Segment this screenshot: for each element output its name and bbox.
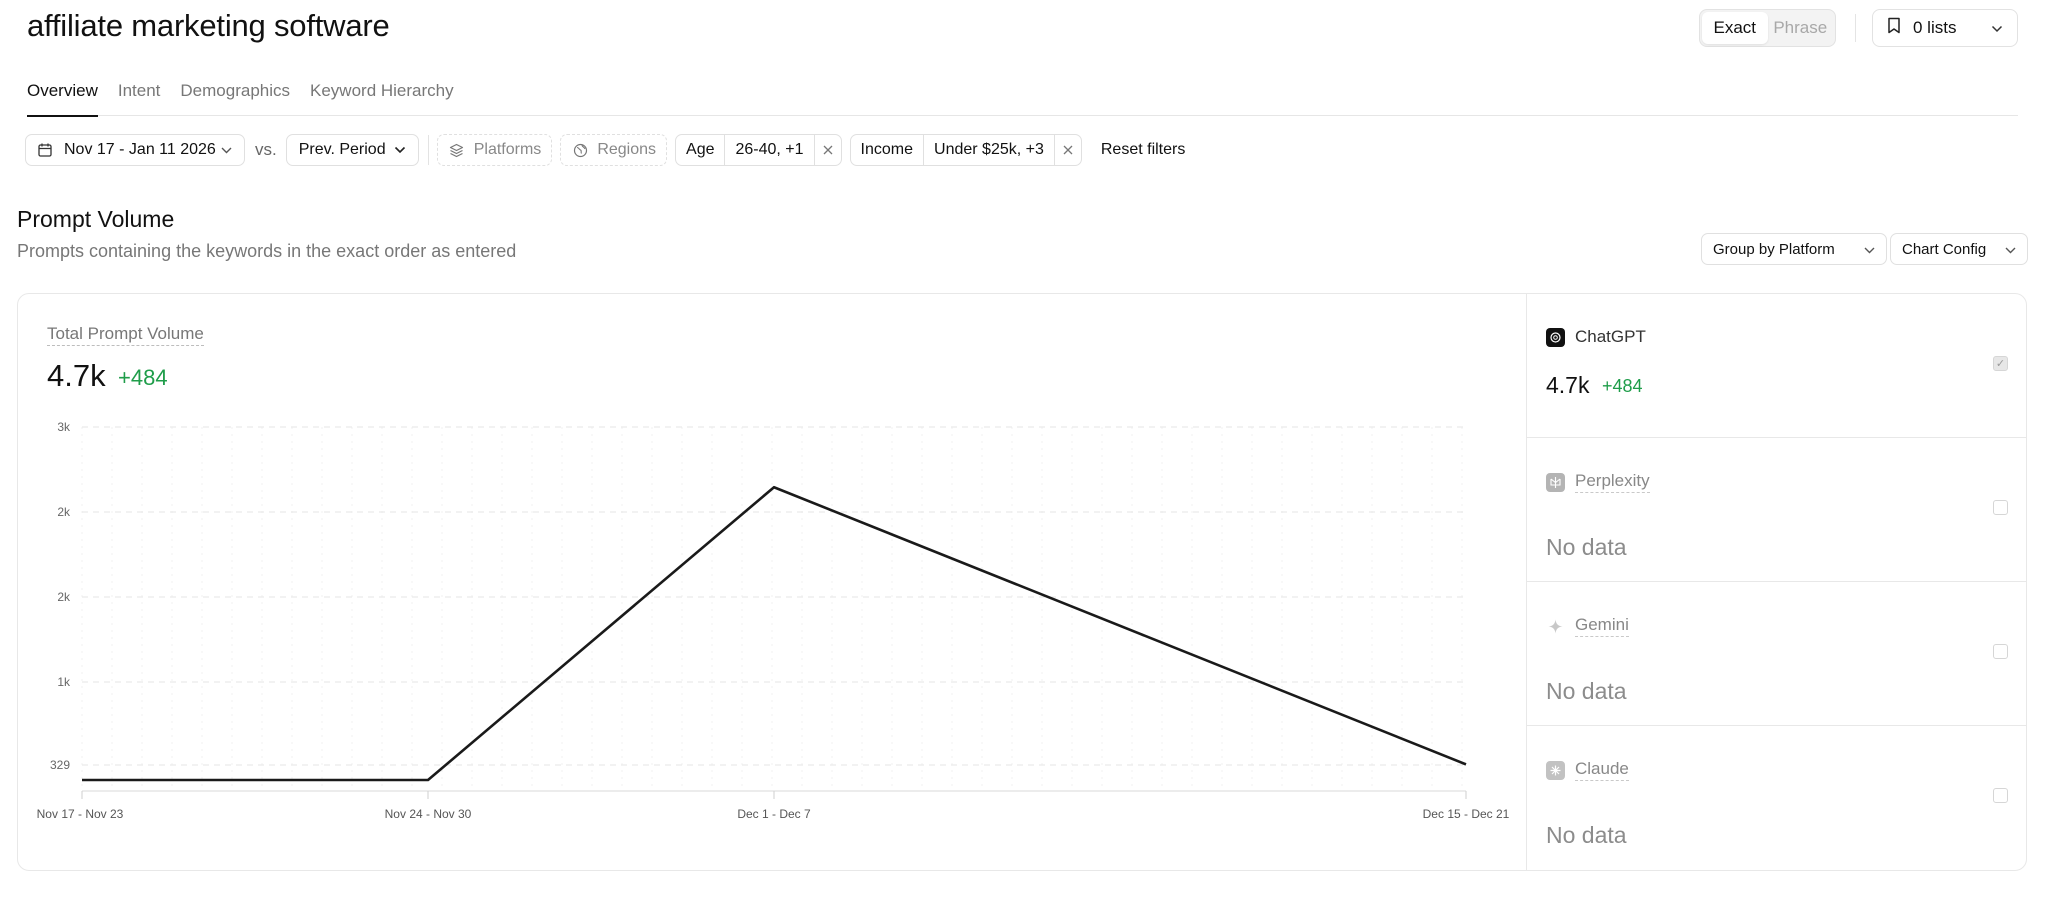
platform-checkbox[interactable] (1993, 788, 2008, 803)
reset-filters-button[interactable]: Reset filters (1101, 141, 1185, 159)
group-by-label: Group by Platform (1713, 240, 1835, 258)
platform-nodata: No data (1546, 822, 1627, 848)
platform-checkbox[interactable] (1993, 644, 2008, 659)
filter-divider (427, 135, 429, 165)
platform-delta: +484 (1602, 376, 1643, 396)
regions-filter[interactable]: Regions (560, 134, 668, 166)
vs-label: vs. (255, 140, 277, 159)
platform-nodata: No data (1546, 678, 1627, 704)
platform-item-chatgpt[interactable]: ChatGPT ✓ 4.7k +484 (1527, 294, 2026, 438)
claude-logo-icon (1546, 760, 1565, 780)
series-line (82, 485, 1467, 782)
match-type-toggle[interactable]: Exact Phrase (1699, 9, 1836, 47)
phrase-option[interactable]: Phrase (1768, 12, 1834, 44)
comparison-period-select[interactable]: Prev. Period (285, 134, 419, 166)
income-filter-value: Under $25k, +3 (924, 135, 1055, 165)
exact-option[interactable]: Exact (1702, 12, 1768, 44)
platform-item-gemini[interactable]: Gemini No data (1527, 582, 2026, 726)
chevron-down-icon (221, 141, 232, 159)
chevron-down-icon (1864, 241, 1875, 258)
platform-name[interactable]: Perplexity (1575, 471, 1650, 493)
filter-bar: Nov 17 - Jan 11 2026 vs. Prev. Period Pl… (25, 134, 1185, 166)
income-filter-label: Income (851, 135, 925, 165)
gemini-logo-icon (1546, 617, 1565, 636)
chart-config-select[interactable]: Chart Config (1890, 233, 2028, 265)
platform-name[interactable]: Claude (1575, 759, 1629, 781)
y-tick-label: 1k (57, 675, 71, 689)
close-icon[interactable] (815, 135, 841, 165)
age-filter-label: Age (676, 135, 726, 165)
x-tick-label: Nov 24 - Nov 30 (385, 807, 472, 821)
y-tick-label: 2k (57, 590, 71, 604)
chevron-down-icon (394, 141, 406, 159)
tab-overview[interactable]: Overview (27, 72, 98, 117)
platform-item-claude[interactable]: Claude No data (1527, 726, 2026, 870)
y-tick-label: 3k (57, 420, 71, 434)
globe-icon (571, 143, 589, 158)
calendar-icon (36, 143, 54, 157)
platform-item-perplexity[interactable]: Perplexity No data (1527, 438, 2026, 582)
tab-intent[interactable]: Intent (118, 72, 161, 116)
chatgpt-logo-icon (1546, 327, 1565, 347)
chevron-down-icon (1991, 18, 2003, 38)
platform-checkbox[interactable] (1993, 500, 2008, 515)
perplexity-logo-icon (1546, 472, 1565, 492)
section-subtitle: Prompts containing the keywords in the e… (17, 241, 517, 261)
lists-button[interactable]: 0 lists (1872, 9, 2018, 47)
y-tick-label: 329 (50, 758, 70, 772)
group-by-select[interactable]: Group by Platform (1701, 233, 1887, 265)
tab-keyword-hierarchy[interactable]: Keyword Hierarchy (310, 72, 454, 116)
tab-demographics[interactable]: Demographics (180, 72, 290, 116)
income-filter[interactable]: Income Under $25k, +3 (849, 134, 1082, 166)
chart-pane: Total Prompt Volume 4.7k +484 3k 2k 2k 1k 32… (18, 294, 1526, 870)
platform-checkbox[interactable]: ✓ (1993, 356, 2008, 371)
page-title: affiliate marketing software (27, 8, 390, 43)
platform-breakdown: ChatGPT ✓ 4.7k +484 Perplexity No data G… (1526, 294, 2026, 870)
platform-nodata: No data (1546, 534, 1627, 560)
lists-label: 0 lists (1913, 18, 1957, 37)
platforms-label: Platforms (473, 141, 542, 158)
comparison-label: Prev. Period (298, 141, 386, 158)
prompt-volume-card: Total Prompt Volume 4.7k +484 3k 2k 2k 1k 32… (17, 293, 2027, 871)
platform-name[interactable]: Gemini (1575, 615, 1629, 637)
platforms-filter[interactable]: Platforms (436, 134, 553, 166)
layers-icon (448, 143, 466, 158)
x-tick-label: Dec 15 - Dec 21 (1423, 807, 1510, 821)
x-tick-label: Nov 17 - Nov 23 (37, 807, 124, 821)
age-filter-value: 26-40, +1 (725, 135, 815, 165)
y-tick-label: 2k (57, 505, 71, 519)
bookmark-icon (1887, 17, 1901, 39)
close-icon[interactable] (1055, 135, 1081, 165)
prompt-volume-chart: 3k 2k 2k 1k 329 Nov 17 - Nov 23 Nov 24 - Nov 3… (37, 420, 1510, 821)
regions-label: Regions (597, 141, 657, 158)
date-range-picker[interactable]: Nov 17 - Jan 11 2026 (25, 134, 245, 166)
platform-name: ChatGPT (1575, 327, 1646, 346)
tab-bar: Overview Intent Demographics Keyword Hie… (27, 72, 2018, 117)
age-filter[interactable]: Age 26-40, +1 (675, 134, 842, 166)
section-title: Prompt Volume (17, 206, 175, 232)
date-range-label: Nov 17 - Jan 11 2026 (64, 141, 216, 158)
chart-config-label: Chart Config (1902, 240, 1987, 258)
platform-value: 4.7k (1546, 372, 1590, 398)
header-divider (1855, 14, 1856, 42)
x-tick-label: Dec 1 - Dec 7 (737, 807, 811, 821)
chevron-down-icon (2005, 241, 2016, 258)
